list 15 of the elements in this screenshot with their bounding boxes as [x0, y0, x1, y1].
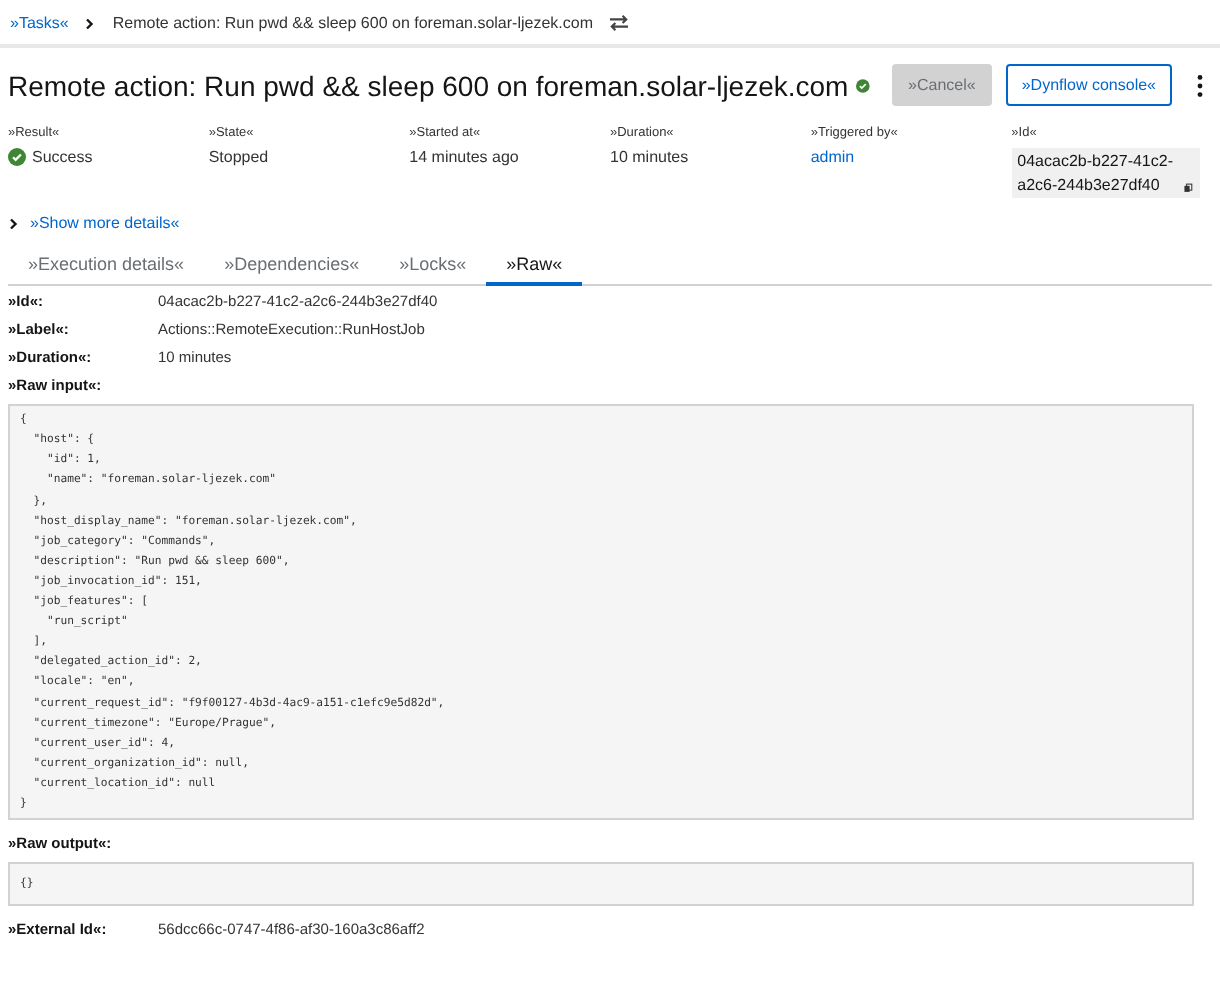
field-value: Success [32, 148, 93, 166]
field-value: 10 minutes [610, 148, 689, 166]
field-value: 14 minutes ago [409, 148, 519, 166]
breadcrumb-link[interactable]: »Tasks« [10, 14, 69, 32]
tab[interactable]: »Raw« [486, 244, 583, 287]
tab[interactable]: »Locks« [379, 244, 487, 287]
field-value: Stopped [208, 148, 269, 166]
tab[interactable]: »Execution details« [8, 244, 205, 287]
id-value: 04acac2b-b227-41c2-a2c6-244b3e27df40 [1017, 150, 1175, 197]
user-link[interactable]: admin [810, 148, 855, 166]
page-title: Remote action: Run pwd && sleep 600 on foreman.solar-ljezek.com [8, 69, 849, 101]
tab[interactable]: »Dependencies« [204, 244, 380, 287]
show-more-link[interactable]: »Show more details« [30, 214, 180, 233]
action-button[interactable]: »Dynflow console« [1005, 64, 1172, 106]
breadcrumb-current: Remote action: Run pwd && sleep 600 on foreman.solar-ljezek.com [112, 14, 593, 32]
